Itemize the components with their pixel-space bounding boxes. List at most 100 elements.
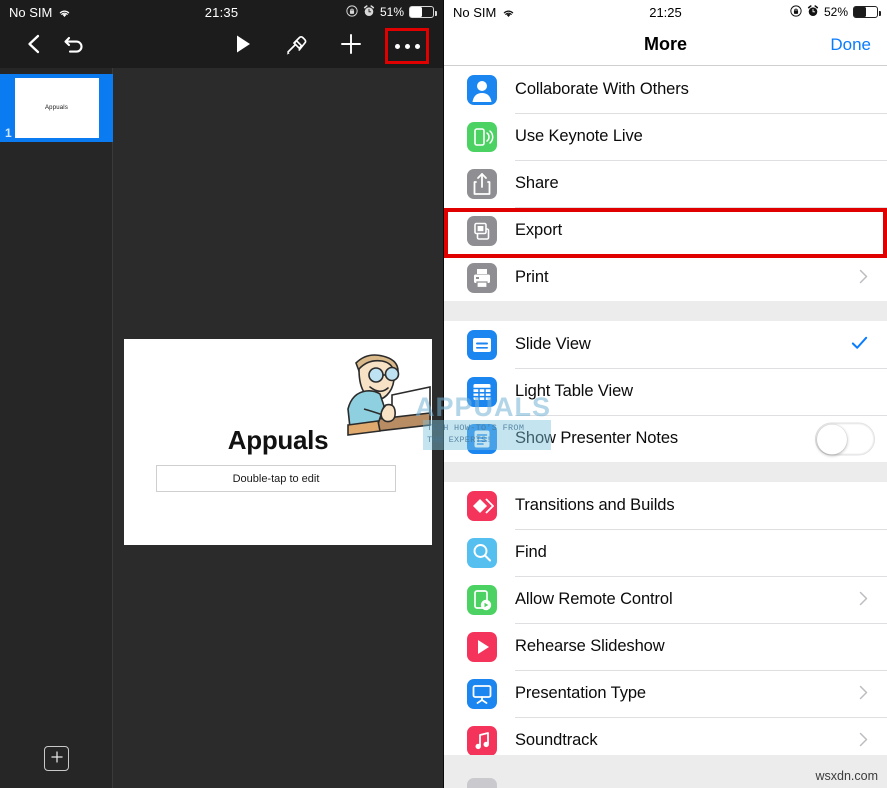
format-button[interactable] [277,26,317,66]
menu-item-label: Allow Remote Control [515,590,673,608]
editor-toolbar [0,24,443,68]
menu-group-tools: Transitions and Builds Find Allow Remote… [444,482,887,764]
keynote-editor-pane: No SIM 21:35 51% Appuals 1 Appuals Doubl… [0,0,443,788]
menu-item-use-keynote-live[interactable]: Use Keynote Live [444,113,887,160]
menu-item-label: Find [515,543,547,561]
menu-item-label: Export [515,221,563,239]
alarm-clock-icon [807,4,819,20]
slide-navigator[interactable]: Appuals 1 [0,68,113,788]
menu-item-light-table-view[interactable]: Light Table View [444,368,887,415]
remote-control-icon [467,584,497,615]
person-icon [467,74,497,105]
slide-view-icon [467,329,497,360]
menu-item-label: Presentation Type [515,684,647,702]
group-separator [444,301,887,321]
chevron-right-icon [859,732,868,750]
menu-item-rehearse-slideshow[interactable]: Rehearse Slideshow [444,623,887,670]
menu-item-find[interactable]: Find [444,529,887,576]
paintbrush-icon [284,31,310,62]
ellipsis-icon [394,43,420,49]
footer-credit: wsxdn.com [815,769,878,783]
projector-screen-icon [467,678,497,709]
music-note-icon [467,725,497,756]
add-slide-button[interactable] [44,746,69,771]
back-button[interactable] [14,26,54,66]
menu-item-print[interactable]: Print [444,254,887,301]
chevron-right-icon [859,269,868,287]
group-separator [444,462,887,482]
menu-item-label: Print [515,268,549,286]
man-at-laptop-clipart [326,347,432,439]
left-status-left: No SIM [9,5,71,20]
more-menu-list[interactable]: Collaborate With Others Use Keynote Live [444,66,887,764]
done-button[interactable]: Done [830,35,871,55]
left-status-bar: No SIM 21:35 51% [0,0,443,24]
transitions-diamond-icon [467,490,497,521]
play-rehearse-icon [467,631,497,662]
chevron-right-icon [859,591,868,609]
menu-group-share: Collaborate With Others Use Keynote Live [444,66,887,301]
play-triangle-icon [232,33,254,60]
slide-thumbnail-1[interactable]: Appuals 1 [0,74,113,142]
presenter-notes-toggle[interactable] [815,422,875,455]
export-copy-icon [467,215,497,246]
slide-subtitle-text: Double-tap to edit [232,472,320,485]
menu-item-label: Use Keynote Live [515,127,643,145]
slide-thumbnail-canvas: Appuals [14,78,99,138]
menu-bottom-strip: wsxdn.com [444,755,887,788]
menu-item-presentation-type[interactable]: Presentation Type [444,670,887,717]
menu-item-share[interactable]: Share [444,160,887,207]
menu-item-label: Soundtrack [515,731,598,749]
battery-icon [409,6,437,18]
phone-broadcast-icon [467,121,497,152]
undo-button[interactable] [54,26,94,66]
menu-item-label: Rehearse Slideshow [515,637,665,655]
menu-item-label: Show Presenter Notes [515,429,679,447]
share-upload-icon [467,168,497,199]
undo-arrow-icon [61,32,87,61]
menu-item-transitions-and-builds[interactable]: Transitions and Builds [444,482,887,529]
more-menu-pane: No SIM 21:25 52% More Done Collaborate W… [443,0,887,788]
battery-icon [853,6,881,18]
printer-icon [467,262,497,293]
right-status-bar: No SIM 21:25 52% [444,0,887,24]
notes-icon [467,423,497,454]
battery-percent-label: 51% [379,5,404,19]
toolbar-actions [223,26,429,66]
rotation-lock-icon [346,4,358,20]
menu-item-collaborate-with-others[interactable]: Collaborate With Others [444,66,887,113]
alarm-clock-icon [363,4,375,20]
menu-item-show-presenter-notes[interactable]: Show Presenter Notes [444,415,887,462]
menu-item-label: Transitions and Builds [515,496,675,514]
rotation-lock-icon [790,4,802,20]
menu-item-slide-view[interactable]: Slide View [444,321,887,368]
page-title: More [643,34,687,54]
play-button[interactable] [223,26,263,66]
plus-icon [50,750,64,767]
slide-canvas-area: Appuals Double-tap to edit [113,68,443,788]
menu-item-label: Collaborate With Others [515,80,689,98]
grid-table-icon [467,376,497,407]
slide-subtitle-placeholder[interactable]: Double-tap to edit [156,465,396,492]
carrier-label: No SIM [9,4,53,20]
menu-item-label: Share [515,174,559,192]
menu-item-allow-remote-control[interactable]: Allow Remote Control [444,576,887,623]
menu-item-label: Slide View [515,335,591,353]
chevron-left-icon [22,32,46,61]
left-status-right: 51% [346,4,437,20]
more-navbar: More Done [444,24,887,66]
menu-group-view: Slide View Light Table View Show Present… [444,321,887,462]
plus-icon [339,32,363,61]
checkmark-icon [850,333,869,356]
chevron-right-icon [859,685,868,703]
search-icon [467,537,497,568]
add-button[interactable] [331,26,371,66]
menu-item-export[interactable]: Export [444,207,887,254]
right-status-right: 52% [790,4,881,20]
screenshot-root: No SIM 21:35 51% Appuals 1 Appuals Doubl… [0,0,887,788]
menu-item-label: Light Table View [515,382,633,400]
more-button[interactable] [385,28,429,64]
slide-number-label: 1 [5,126,12,140]
partial-next-item-icon [467,778,497,788]
slide-canvas[interactable]: Appuals Double-tap to edit [124,339,432,545]
